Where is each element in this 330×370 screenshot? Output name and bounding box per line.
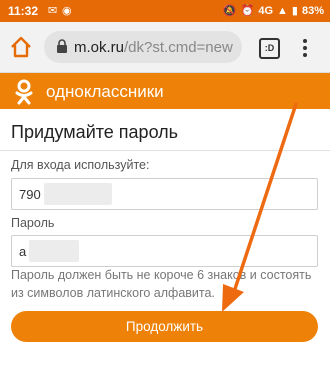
- login-field[interactable]: 790: [11, 178, 318, 210]
- status-time: 11:32: [8, 4, 39, 18]
- login-value: 790: [19, 186, 41, 202]
- password-label: Пароль: [11, 216, 55, 230]
- site-header: одноклассники: [0, 73, 330, 109]
- password-value: a: [19, 243, 27, 259]
- browser-toolbar: m.ok.ru/dk?st.cmd=new :D: [0, 22, 330, 73]
- redacted-login: [43, 183, 112, 205]
- password-field[interactable]: a: [11, 235, 318, 267]
- status-bar: 11:32 ✉ ◉ 🔕 ⏰ 4G ▲ ▮ 83%: [0, 0, 330, 22]
- more-vert-icon[interactable]: [297, 37, 313, 59]
- signal-icon: ▲: [277, 4, 288, 17]
- battery-level: 83%: [301, 4, 324, 17]
- alarm-icon: ⏰: [240, 5, 255, 17]
- lock-icon: [57, 39, 67, 53]
- network-label: 4G: [258, 4, 274, 17]
- message-icon: ✉: [48, 5, 58, 17]
- notification-icon: ◉: [62, 5, 72, 17]
- continue-button[interactable]: Продолжить: [11, 311, 318, 342]
- divider: [0, 150, 330, 151]
- battery-icon: ▮: [291, 5, 298, 17]
- url-text: m.ok.ru/dk?st.cmd=new: [74, 39, 233, 56]
- url-domain: m.ok.ru: [74, 39, 125, 56]
- home-icon[interactable]: [8, 34, 34, 60]
- url-path: /dk?st.cmd=new: [124, 39, 233, 56]
- tabs-icon[interactable]: :D: [259, 38, 280, 59]
- mute-icon: 🔕: [222, 5, 237, 17]
- password-hint: Пароль должен быть не короче 6 знаков и …: [11, 268, 312, 300]
- status-indicators: 🔕 ⏰ 4G ▲ ▮ 83%: [222, 4, 324, 18]
- ok-logo-icon[interactable]: [14, 79, 34, 105]
- redacted-password: [29, 240, 80, 262]
- address-bar[interactable]: m.ok.ru/dk?st.cmd=new: [44, 31, 242, 63]
- page-title: Придумайте пароль: [11, 122, 179, 142]
- login-label: Для входа используйте:: [11, 158, 150, 172]
- site-name[interactable]: одноклассники: [46, 82, 164, 102]
- continue-label: Продолжить: [125, 319, 204, 334]
